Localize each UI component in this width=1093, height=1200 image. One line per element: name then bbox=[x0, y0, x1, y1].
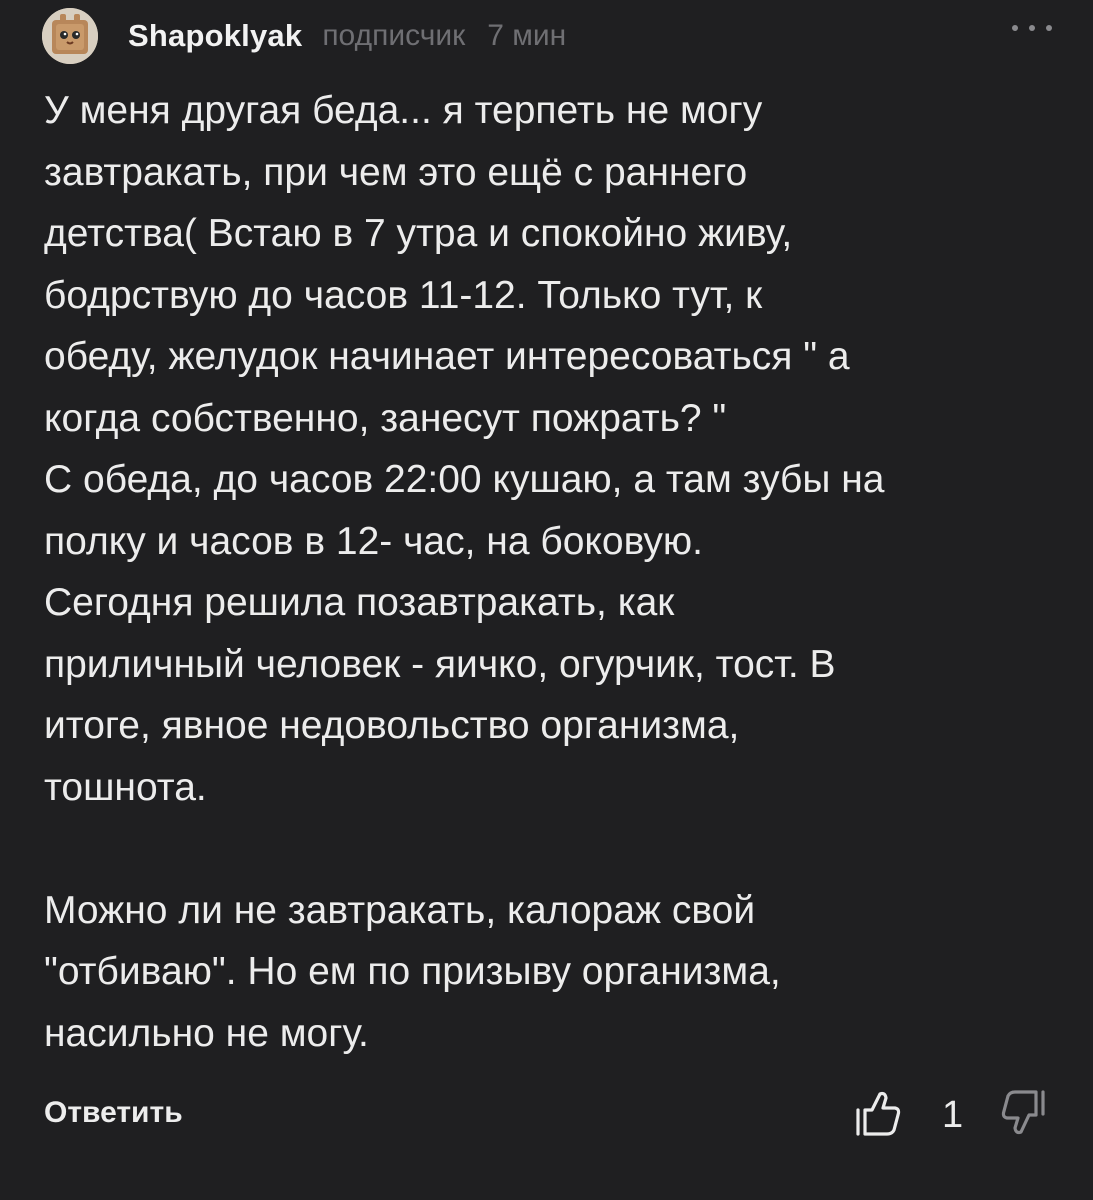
avatar[interactable] bbox=[42, 8, 98, 64]
like-button[interactable] bbox=[854, 1088, 902, 1138]
comment-header: Shapoklyak подписчик 7 мин bbox=[42, 8, 1052, 64]
thumb-up-icon bbox=[856, 1091, 901, 1136]
comment-card: Shapoklyak подписчик 7 мин У меня другая… bbox=[0, 0, 1093, 1200]
comment-actions: Ответить 1 bbox=[44, 1088, 1049, 1148]
dot bbox=[1012, 25, 1018, 31]
author-name[interactable]: Shapoklyak bbox=[128, 18, 302, 54]
thumb-down-icon bbox=[1001, 1090, 1045, 1135]
dislike-button[interactable] bbox=[999, 1088, 1049, 1138]
comment-timestamp: 7 мин bbox=[487, 19, 567, 52]
dot bbox=[1029, 25, 1035, 31]
author-role-badge: подписчик bbox=[322, 19, 466, 52]
like-count: 1 bbox=[942, 1094, 964, 1136]
avatar-image bbox=[42, 8, 98, 64]
reply-button[interactable]: Ответить bbox=[44, 1096, 183, 1130]
dot bbox=[1046, 25, 1052, 31]
comment-text: У меня другая беда... я терпеть не могу … bbox=[44, 89, 885, 1055]
more-dots-icon[interactable] bbox=[1012, 18, 1052, 38]
